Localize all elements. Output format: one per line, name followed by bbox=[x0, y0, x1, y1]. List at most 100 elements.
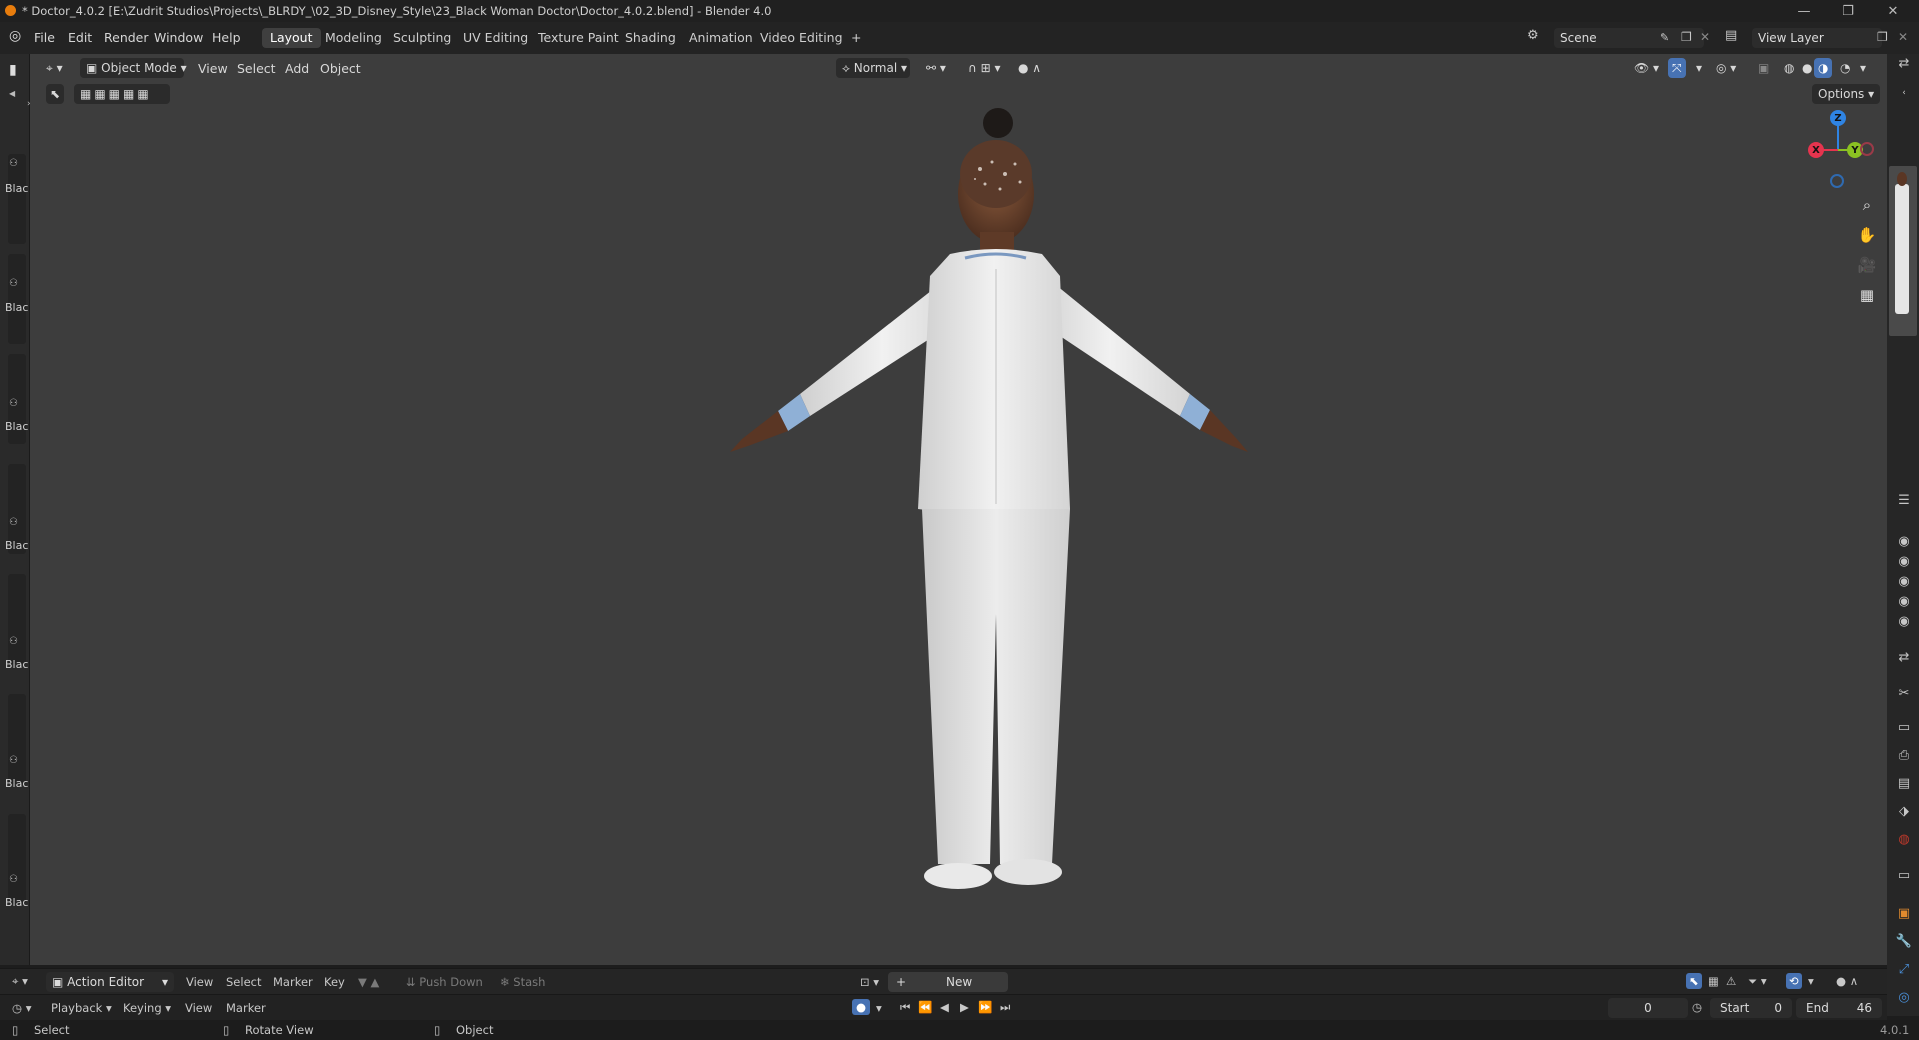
ae-select-menu[interactable]: Select bbox=[226, 975, 261, 989]
add-menu[interactable]: Add bbox=[285, 61, 309, 76]
action-browse-icon[interactable]: ⊡ ▾ bbox=[860, 975, 879, 989]
ae-marker-menu[interactable]: Marker bbox=[273, 975, 313, 989]
play-reverse-icon[interactable]: ◀ bbox=[940, 1000, 949, 1014]
push-down-button[interactable]: ⇊ Push Down bbox=[406, 975, 483, 989]
current-frame-field[interactable]: 0 bbox=[1608, 998, 1688, 1018]
view-layer-field[interactable]: View Layer bbox=[1752, 28, 1882, 48]
strip-label[interactable]: Blac bbox=[5, 896, 28, 909]
editor-type-icon[interactable]: ⌖ ▾ bbox=[40, 58, 69, 78]
render-slot-icon[interactable]: ◉ bbox=[1895, 532, 1913, 550]
strip-label[interactable]: Blac bbox=[5, 658, 28, 671]
tab-layout[interactable]: Layout bbox=[262, 28, 321, 48]
show-hidden-icon[interactable]: ▦ bbox=[1708, 974, 1719, 988]
strip-label[interactable]: Blac bbox=[5, 420, 28, 433]
jump-start-icon[interactable]: ⏮ bbox=[900, 1000, 910, 1015]
tool-properties-icon[interactable]: ✂ bbox=[1895, 684, 1913, 702]
dopesheet-editor-icon[interactable]: ⌖ ▾ bbox=[12, 974, 28, 989]
proportional-edit-icon[interactable]: ● ∧ bbox=[1012, 58, 1047, 78]
split-icon[interactable]: ⇄ bbox=[1895, 54, 1913, 72]
mode-dropdown[interactable]: ▣ Object Mode ▾ bbox=[80, 58, 187, 78]
ae-view-menu[interactable]: View bbox=[186, 975, 213, 989]
minimize-button[interactable]: — bbox=[1782, 0, 1826, 22]
strip-label[interactable]: Blac bbox=[5, 301, 28, 314]
tool-select-icon[interactable]: ⬉ bbox=[46, 84, 65, 104]
menu-edit[interactable]: Edit bbox=[68, 30, 92, 45]
material-shading-icon[interactable]: ◑ bbox=[1814, 58, 1833, 78]
strip-label[interactable]: Blac bbox=[5, 539, 28, 552]
tab-uv-editing[interactable]: UV Editing bbox=[455, 28, 536, 48]
zoom-icon[interactable]: ⌕ bbox=[1854, 192, 1880, 218]
new-action-button[interactable]: + New bbox=[888, 972, 1008, 992]
ortho-grid-icon[interactable]: ▦ bbox=[1854, 282, 1880, 308]
object-properties-icon[interactable]: ▣ bbox=[1895, 904, 1913, 922]
options-dropdown[interactable]: Options ▾ bbox=[1812, 84, 1881, 104]
end-frame-field[interactable]: End 46 bbox=[1796, 998, 1882, 1018]
snap-icon[interactable]: ∩ ⊞ ▾ bbox=[962, 58, 1007, 78]
menu-help[interactable]: Help bbox=[212, 30, 241, 45]
tab-sculpting[interactable]: Sculpting bbox=[385, 28, 459, 48]
outliner-icon[interactable]: ☰ bbox=[1895, 491, 1913, 509]
particles-icon[interactable]: ⤢ bbox=[1895, 960, 1913, 978]
camera-icon[interactable]: 🎥 bbox=[1854, 252, 1880, 278]
xray-icon[interactable]: ▣ bbox=[1752, 58, 1775, 78]
only-errors-icon[interactable]: ⚠ bbox=[1726, 974, 1736, 988]
selection-mode-icons[interactable]: ▦▦▦▦▦ bbox=[74, 84, 170, 104]
gizmo-dropdown-icon[interactable]: ▾ bbox=[1690, 58, 1708, 78]
modifier-properties-icon[interactable]: 🔧 bbox=[1895, 932, 1913, 950]
ae-key-menu[interactable]: Key bbox=[324, 975, 345, 989]
pivot-icon[interactable]: ⚯ ▾ bbox=[920, 58, 952, 78]
close-button[interactable]: ✕ bbox=[1871, 0, 1915, 22]
render-properties-icon[interactable]: ▭ bbox=[1895, 718, 1913, 736]
preview-range-icon[interactable]: ◷ bbox=[1692, 1000, 1702, 1014]
next-keyframe-icon[interactable]: ⏩ bbox=[978, 1000, 992, 1014]
delete-view-layer-icon[interactable]: ✕ bbox=[1898, 31, 1908, 43]
visibility-icon[interactable]: 👁 ▾ bbox=[1628, 58, 1665, 78]
record-icon[interactable]: ● bbox=[852, 999, 871, 1015]
overlays-icon[interactable]: ◎ ▾ bbox=[1710, 58, 1742, 78]
tl-marker-menu[interactable]: Marker bbox=[226, 1001, 266, 1015]
transform-orientation-dropdown[interactable]: ⟡ Normal ▾ bbox=[836, 58, 910, 78]
render-slot-icon[interactable]: ◉ bbox=[1895, 572, 1913, 590]
tab-animation[interactable]: Animation bbox=[681, 28, 761, 48]
proportional-icon[interactable]: ● ∧ bbox=[1836, 974, 1858, 988]
new-scene-icon[interactable]: ❐ bbox=[1681, 31, 1692, 43]
collection-properties-icon[interactable]: ▭ bbox=[1895, 866, 1913, 884]
neg-z-axis-button[interactable] bbox=[1830, 174, 1844, 188]
select-menu[interactable]: Select bbox=[237, 61, 276, 76]
render-slot-icon[interactable]: ◉ bbox=[1895, 592, 1913, 610]
navigation-gizmo[interactable]: Z X Y bbox=[1800, 110, 1880, 190]
render-slot-icon[interactable]: ◉ bbox=[1895, 612, 1913, 630]
tab-shading[interactable]: Shading bbox=[617, 28, 684, 48]
gizmo-toggle-icon[interactable]: ⤧ bbox=[1668, 58, 1686, 78]
keying-menu[interactable]: Keying ▾ bbox=[123, 1001, 171, 1015]
pin-icon[interactable]: ✎ bbox=[1660, 32, 1669, 43]
view-layer-properties-icon[interactable]: ▤ bbox=[1895, 774, 1913, 792]
record-dropdown-icon[interactable]: ▾ bbox=[876, 1001, 882, 1015]
output-properties-icon[interactable]: ⎙ bbox=[1895, 746, 1913, 764]
pan-hand-icon[interactable]: ✋ bbox=[1854, 222, 1880, 248]
tl-view-menu[interactable]: View bbox=[185, 1001, 212, 1015]
tab-modeling[interactable]: Modeling bbox=[317, 28, 390, 48]
play-icon[interactable]: ▶ bbox=[960, 1000, 969, 1014]
timeline-editor-icon[interactable]: ◷ ▾ bbox=[12, 1001, 31, 1015]
new-view-layer-icon[interactable]: ❐ bbox=[1877, 31, 1888, 43]
shading-dropdown-icon[interactable]: ▾ bbox=[1854, 58, 1872, 78]
playback-menu[interactable]: Playback ▾ bbox=[51, 1001, 112, 1015]
strip-label[interactable]: Blac bbox=[5, 777, 28, 790]
collapse-right-icon[interactable]: ‹ bbox=[1895, 84, 1913, 102]
blender-menu-icon[interactable]: ◎ bbox=[9, 29, 21, 43]
add-workspace-button[interactable]: + bbox=[843, 28, 869, 48]
jump-end-icon[interactable]: ⏭ bbox=[1000, 1000, 1010, 1015]
filter-icon[interactable]: ⏷ ▾ bbox=[1748, 974, 1767, 989]
layer-down-up-icon[interactable]: ▼ ▲ bbox=[358, 975, 379, 989]
render-slot-icon[interactable]: ◉ bbox=[1895, 552, 1913, 570]
editor-type-icon[interactable]: ▮ bbox=[9, 62, 17, 78]
physics-icon[interactable]: ◎ bbox=[1895, 988, 1913, 1006]
delete-scene-icon[interactable]: ✕ bbox=[1700, 31, 1710, 43]
snapping-icon[interactable]: ⟲ bbox=[1786, 973, 1802, 989]
neg-y-axis-button[interactable] bbox=[1860, 142, 1874, 156]
maximize-button[interactable]: ❐ bbox=[1826, 0, 1870, 22]
menu-window[interactable]: Window bbox=[154, 30, 203, 45]
view-menu[interactable]: View bbox=[198, 61, 228, 76]
world-properties-icon[interactable]: ◍ bbox=[1895, 830, 1913, 848]
